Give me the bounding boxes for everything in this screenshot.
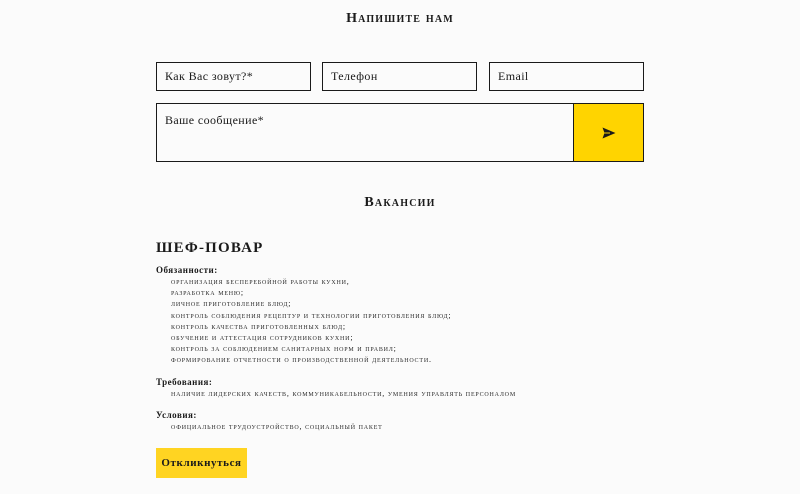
list-item: формирование отчетности о производственн… xyxy=(171,355,432,365)
send-icon xyxy=(602,127,615,138)
list-item: контроль за соблюдением санитарных норм … xyxy=(171,344,397,354)
name-input[interactable] xyxy=(156,62,311,91)
requirements-list: наличие лидерских качеств, коммуникабель… xyxy=(171,388,516,399)
email-input[interactable] xyxy=(489,62,644,91)
contact-heading: Напишите нам xyxy=(346,11,454,26)
phone-input[interactable] xyxy=(322,62,477,91)
list-item: организация бесперебойной работы кухни, xyxy=(171,277,350,286)
message-textarea[interactable] xyxy=(156,103,574,162)
apply-button[interactable]: Откликнуться xyxy=(156,448,247,478)
list-item: обучение и аттестация сотрудников кухни; xyxy=(171,332,354,342)
list-item: контроль качества приготовленных блюд; xyxy=(171,321,346,331)
send-button[interactable] xyxy=(573,103,644,162)
list-item: наличие лидерских качеств, коммуникабель… xyxy=(171,389,516,398)
list-item: личное приготовление блюд; xyxy=(171,299,292,309)
list-item: разработка меню; xyxy=(171,288,244,298)
conditions-title: Условия: xyxy=(156,410,197,420)
list-item: официальное трудоустройство, социальный … xyxy=(171,422,383,431)
vacancies-heading: Вакансии xyxy=(364,195,436,210)
job-title: ШЕФ-ПОВАР xyxy=(156,240,264,256)
duties-title: Обязанности: xyxy=(156,265,218,275)
conditions-list: официальное трудоустройство, социальный … xyxy=(171,421,383,432)
list-item: контроль соблюдения рецептур и технологи… xyxy=(171,310,452,320)
requirements-title: Требования: xyxy=(156,377,213,387)
duties-list: организация бесперебойной работы кухни, … xyxy=(171,276,451,366)
